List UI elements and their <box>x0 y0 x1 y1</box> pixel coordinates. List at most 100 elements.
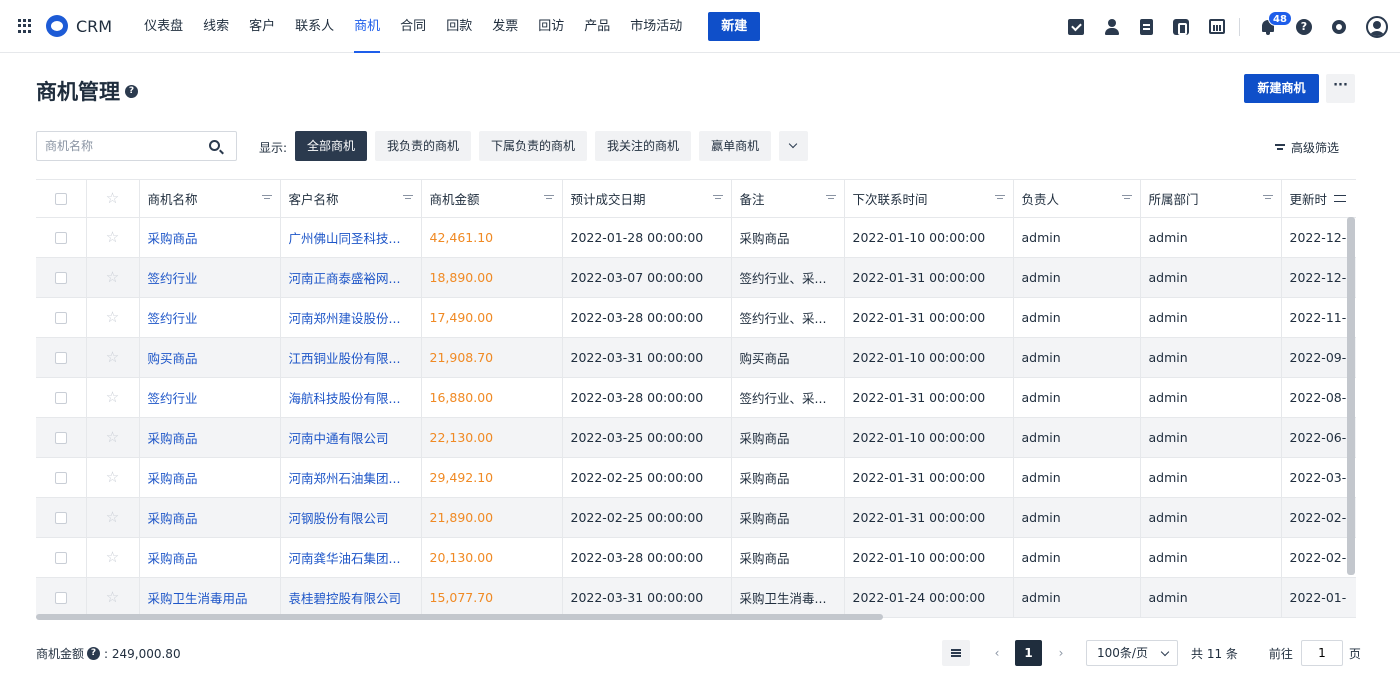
phone-icon[interactable] <box>1173 18 1189 35</box>
opportunity-name-link[interactable]: 采购商品 <box>139 217 281 258</box>
row-checkbox[interactable] <box>54 272 67 284</box>
chevron-down-icon[interactable] <box>779 131 809 161</box>
tab-followed-opportunities[interactable]: 我关注的商机 <box>595 131 692 161</box>
global-new-button[interactable]: 新建 <box>708 11 761 41</box>
column-header[interactable]: 预计成交日期 <box>562 180 732 218</box>
star-icon[interactable]: ☆ <box>106 588 119 606</box>
task-check-icon[interactable] <box>1068 18 1084 35</box>
column-header[interactable]: 商机金额 <box>421 180 563 218</box>
nav-item-leads[interactable]: 线索 <box>193 0 239 53</box>
star-icon[interactable]: ☆ <box>106 308 119 326</box>
opportunity-name-link[interactable]: 购买商品 <box>139 337 281 378</box>
goto-page-input[interactable] <box>1300 640 1343 666</box>
star-icon[interactable]: ☆ <box>106 348 119 366</box>
column-filter-icon[interactable] <box>712 195 723 202</box>
customer-name-link[interactable]: 海航科技股份有限... <box>280 377 422 418</box>
star-icon[interactable]: ☆ <box>106 468 119 486</box>
column-filter-icon[interactable] <box>402 195 413 202</box>
opportunity-name-link[interactable]: 采购卫生消毒用品 <box>139 577 281 618</box>
opportunity-name-link[interactable]: 采购商品 <box>139 457 281 498</box>
tab-subordinate-opportunities[interactable]: 下属负责的商机 <box>479 131 588 161</box>
column-settings-icon[interactable] <box>1334 194 1346 204</box>
row-checkbox[interactable] <box>54 232 67 244</box>
bell-icon[interactable]: 48 <box>1260 10 1292 35</box>
row-checkbox[interactable] <box>54 512 67 524</box>
gear-icon[interactable] <box>1332 19 1346 34</box>
column-filter-icon[interactable] <box>543 195 554 202</box>
star-icon[interactable]: ☆ <box>106 228 119 246</box>
table-row[interactable]: ☆ 购买商品 江西铜业股份有限... 21,908.70 2022-03-31 00:0… <box>36 337 1356 378</box>
apps-grid-icon[interactable] <box>18 19 32 33</box>
customer-name-link[interactable]: 江西铜业股份有限... <box>280 337 422 378</box>
select-all-checkbox[interactable] <box>54 193 67 206</box>
customer-name-link[interactable]: 河南正商泰盛裕网... <box>280 257 422 298</box>
customer-name-link[interactable]: 河南郑州石油集团... <box>280 457 422 498</box>
opportunity-name-link[interactable]: 签约行业 <box>139 377 281 418</box>
customer-name-link[interactable]: 河南郑州建设股份... <box>280 297 422 338</box>
nav-item-visits[interactable]: 回访 <box>528 0 574 53</box>
column-filter-icon[interactable] <box>994 195 1005 202</box>
next-page-button[interactable]: › <box>1052 646 1070 660</box>
nav-item-products[interactable]: 产品 <box>574 0 620 53</box>
tab-my-opportunities[interactable]: 我负责的商机 <box>375 131 472 161</box>
list-view-icon[interactable] <box>942 640 970 666</box>
column-header[interactable]: 商机名称 <box>139 180 281 218</box>
create-opportunity-button[interactable]: 新建商机 <box>1244 74 1319 103</box>
row-checkbox[interactable] <box>54 552 67 564</box>
column-header[interactable]: 客户名称 <box>280 180 422 218</box>
help-icon[interactable]: ? <box>1296 18 1312 35</box>
star-icon[interactable]: ☆ <box>106 268 119 286</box>
star-icon[interactable]: ☆ <box>106 428 119 446</box>
nav-item-campaigns[interactable]: 市场活动 <box>620 0 692 53</box>
table-row[interactable]: ☆ 采购商品 河南中通有限公司 22,130.00 2022-03-25 00:00:0… <box>36 417 1356 458</box>
row-checkbox[interactable] <box>54 472 67 484</box>
column-filter-icon[interactable] <box>825 195 836 202</box>
vertical-scrollbar[interactable] <box>1347 217 1355 575</box>
table-row[interactable]: ☆ 签约行业 河南郑州建设股份... 17,490.00 2022-03-28 00:0… <box>36 297 1356 338</box>
tab-won-opportunities[interactable]: 赢单商机 <box>699 131 772 161</box>
row-checkbox[interactable] <box>54 592 67 604</box>
advanced-filter-button[interactable]: 高级筛选 <box>1275 139 1339 156</box>
help-icon[interactable]: ? <box>87 647 101 660</box>
table-row[interactable]: ☆ 采购卫生消毒用品 袁桂碧控股有限公司 15,077.70 2022-03-31 00… <box>36 577 1356 618</box>
row-checkbox[interactable] <box>54 312 67 324</box>
nav-item-opportunities[interactable]: 商机 <box>344 0 390 53</box>
table-row[interactable]: ☆ 采购商品 河南龚华油石集团... 20,130.00 2022-03-28 00:0… <box>36 537 1356 578</box>
search-icon[interactable] <box>209 140 220 151</box>
more-actions-button[interactable]: ··· <box>1326 74 1355 103</box>
horizontal-scrollbar[interactable] <box>36 614 883 620</box>
opportunity-name-link[interactable]: 采购商品 <box>139 537 281 578</box>
row-checkbox[interactable] <box>54 352 67 364</box>
document-icon[interactable] <box>1140 18 1153 35</box>
page-number-current[interactable]: 1 <box>1015 640 1042 666</box>
row-checkbox[interactable] <box>54 432 67 444</box>
column-header[interactable]: 所属部门 <box>1140 180 1282 218</box>
prev-page-button[interactable]: ‹ <box>988 646 1006 660</box>
nav-item-customers[interactable]: 客户 <box>239 0 285 53</box>
nav-item-contracts[interactable]: 合同 <box>390 0 436 53</box>
nav-item-contacts[interactable]: 联系人 <box>285 0 344 53</box>
customer-name-link[interactable]: 河南龚华油石集团... <box>280 537 422 578</box>
column-filter-icon[interactable] <box>1121 195 1132 202</box>
customer-name-link[interactable]: 袁桂碧控股有限公司 <box>280 577 422 618</box>
search-input[interactable] <box>37 132 197 160</box>
opportunity-name-link[interactable]: 采购商品 <box>139 417 281 458</box>
star-icon[interactable]: ☆ <box>106 548 119 566</box>
column-header[interactable]: 备注 <box>731 180 845 218</box>
help-icon[interactable]: ? <box>125 84 138 98</box>
row-checkbox[interactable] <box>54 392 67 404</box>
opportunity-name-link[interactable]: 采购商品 <box>139 497 281 538</box>
table-row[interactable]: ☆ 签约行业 河南正商泰盛裕网... 18,890.00 2022-03-07 00:0… <box>36 257 1356 298</box>
table-row[interactable]: ☆ 采购商品 河钢股份有限公司 21,890.00 2022-02-25 00:00:0… <box>36 497 1356 538</box>
table-row[interactable]: ☆ 采购商品 广州佛山同圣科技... 42,461.10 2022-01-28 00:0… <box>36 217 1356 258</box>
table-row[interactable]: ☆ 采购商品 河南郑州石油集团... 29,492.10 2022-02-25 00:0… <box>36 457 1356 498</box>
table-row[interactable]: ☆ 签约行业 海航科技股份有限... 16,880.00 2022-03-28 00:0… <box>36 377 1356 418</box>
calendar-icon[interactable] <box>1209 19 1225 34</box>
nav-item-dashboard[interactable]: 仪表盘 <box>134 0 193 53</box>
column-filter-icon[interactable] <box>1262 195 1273 202</box>
customer-name-link[interactable]: 河南中通有限公司 <box>280 417 422 458</box>
star-icon[interactable]: ☆ <box>106 508 119 526</box>
user-icon[interactable] <box>1104 18 1120 35</box>
column-header[interactable]: 下次联系时间 <box>844 180 1014 218</box>
tab-all-opportunities[interactable]: 全部商机 <box>295 131 368 161</box>
